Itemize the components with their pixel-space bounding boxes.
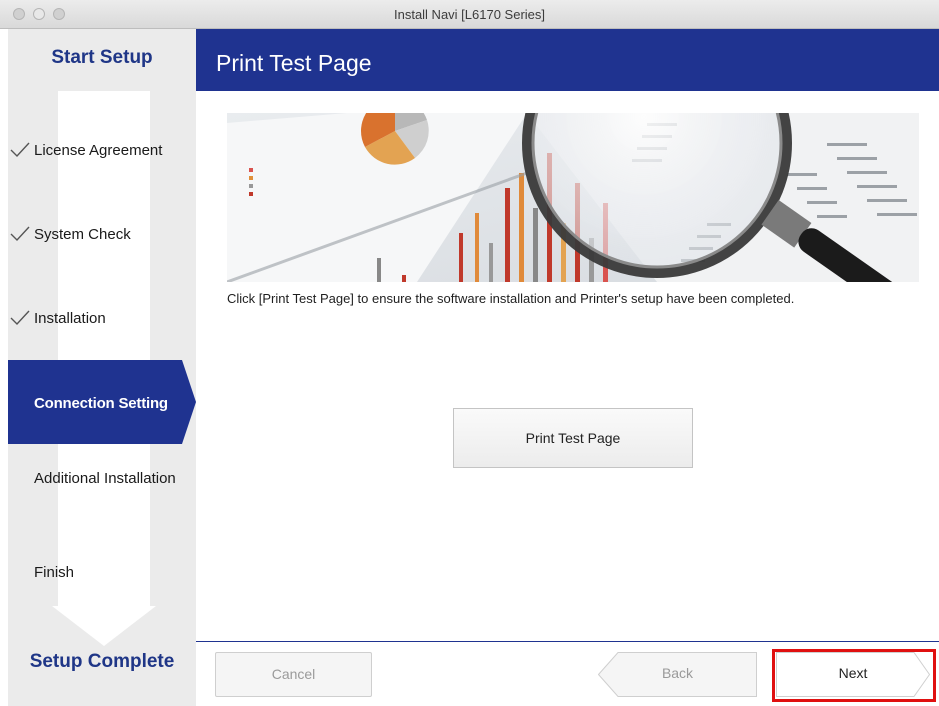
checkmark-icon — [10, 226, 30, 242]
instruction-text: Click [Print Test Page] to ensure the so… — [227, 291, 795, 306]
window-titlebar: Install Navi [L6170 Series] — [0, 0, 939, 29]
hero-illustration-magnifier — [227, 113, 919, 282]
cancel-button[interactable]: Cancel — [215, 652, 372, 697]
setup-steps-sidebar: Start Setup License Agreement System Che… — [8, 29, 196, 706]
step-finish: Finish — [8, 553, 196, 593]
back-button-label: Back — [661, 665, 694, 681]
next-button[interactable]: Next — [776, 652, 930, 697]
print-test-page-button[interactable]: Print Test Page — [453, 408, 693, 468]
checkmark-icon — [10, 310, 30, 326]
step-license-agreement: License Agreement — [8, 131, 196, 171]
back-button[interactable]: Back — [598, 652, 757, 697]
start-setup-title: Start Setup — [51, 47, 153, 68]
step-label: Connection Setting — [34, 395, 168, 412]
step-label: Installation — [34, 310, 106, 327]
page-title: Print Test Page — [216, 50, 372, 76]
step-system-check: System Check — [8, 215, 196, 255]
step-label: System Check — [34, 226, 131, 243]
step-label: License Agreement — [34, 142, 163, 159]
progress-arrow-head — [52, 606, 156, 646]
page-header: Print Test Page — [196, 29, 939, 91]
window-title: Install Navi [L6170 Series] — [393, 7, 546, 22]
footer-divider — [196, 641, 939, 642]
next-button-label: Next — [838, 665, 868, 681]
setup-complete-title: Setup Complete — [29, 651, 175, 672]
step-label: Additional Installation — [34, 470, 176, 487]
step-additional-installation: Additional Installation — [8, 459, 196, 499]
step-connection-setting-active: Connection Setting — [8, 360, 196, 444]
step-label: Finish — [34, 564, 75, 581]
step-installation: Installation — [8, 299, 196, 339]
checkmark-icon — [10, 142, 30, 158]
